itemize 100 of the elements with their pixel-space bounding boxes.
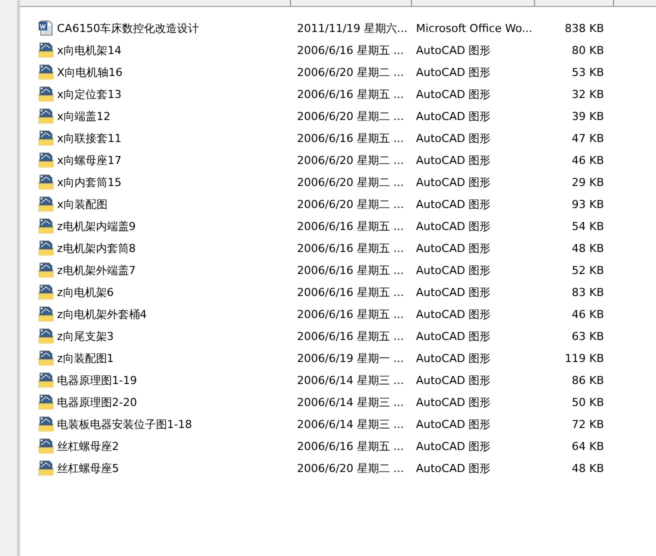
file-size: 32 KB (570, 88, 605, 100)
folder-drawing-icon (38, 86, 54, 102)
file-size: 29 KB (570, 176, 605, 188)
file-type: AutoCAD 图形 (415, 86, 492, 102)
file-name[interactable]: CA6150车床数控化改造设计 (57, 20, 200, 36)
file-size: 838 KB (564, 22, 605, 34)
modified-date: 2006/6/16 星期五 ... (296, 130, 405, 146)
folder-drawing-icon (38, 108, 54, 124)
folder-drawing-icon (38, 438, 54, 454)
file-name[interactable]: 丝杠螺母座5 (57, 460, 119, 476)
file-name[interactable]: z电机架内套筒8 (57, 240, 136, 256)
folder-drawing-icon (38, 218, 54, 234)
modified-date: 2006/6/16 星期五 ... (296, 42, 405, 58)
file-type: AutoCAD 图形 (415, 416, 492, 432)
folder-drawing-icon (38, 64, 54, 80)
file-name[interactable]: z向尾支架3 (57, 328, 114, 344)
folder-drawing-icon (38, 174, 54, 190)
file-size: 50 KB (570, 396, 605, 408)
folder-drawing-icon (38, 328, 54, 344)
modified-date: 2006/6/20 星期二 ... (296, 196, 405, 212)
modified-date: 2006/6/16 星期五 ... (296, 306, 405, 322)
file-type: AutoCAD 图形 (415, 438, 492, 454)
folder-drawing-icon (38, 394, 54, 410)
file-type: AutoCAD 图形 (415, 284, 492, 300)
file-size: 53 KB (570, 66, 605, 78)
modified-date: 2006/6/14 星期三 ... (296, 372, 405, 388)
file-size: 86 KB (570, 374, 605, 386)
file-type: AutoCAD 图形 (415, 42, 492, 58)
modified-date: 2006/6/19 星期一 ... (296, 350, 405, 366)
file-size: 64 KB (570, 440, 605, 452)
modified-date: 2011/11/19 星期六... (296, 20, 408, 36)
file-type: AutoCAD 图形 (415, 350, 492, 366)
file-type: AutoCAD 图形 (415, 64, 492, 80)
file-name[interactable]: z电机架外端盖7 (57, 262, 136, 278)
folder-drawing-icon (38, 460, 54, 476)
modified-date: 2006/6/20 星期二 ... (296, 460, 405, 476)
file-type: AutoCAD 图形 (415, 460, 492, 476)
modified-date: 2006/6/16 星期五 ... (296, 218, 405, 234)
file-size: 48 KB (570, 242, 605, 254)
file-size: 83 KB (570, 286, 605, 298)
file-type: AutoCAD 图形 (415, 240, 492, 256)
file-type: AutoCAD 图形 (415, 130, 492, 146)
file-type: AutoCAD 图形 (415, 394, 492, 410)
file-name[interactable]: x向端盖12 (57, 108, 111, 124)
modified-date: 2006/6/16 星期五 ... (296, 240, 405, 256)
folder-drawing-icon (38, 284, 54, 300)
file-name[interactable]: 电器原理图2-20 (57, 394, 137, 410)
file-size: 93 KB (570, 198, 605, 210)
file-size: 46 KB (570, 308, 605, 320)
file-type: AutoCAD 图形 (415, 372, 492, 388)
file-type: AutoCAD 图形 (415, 174, 492, 190)
modified-date: 2006/6/16 星期五 ... (296, 438, 405, 454)
file-size: 47 KB (570, 132, 605, 144)
file-size: 54 KB (570, 220, 605, 232)
file-type: AutoCAD 图形 (415, 196, 492, 212)
modified-date: 2006/6/20 星期二 ... (296, 108, 405, 124)
modified-date: 2006/6/14 星期三 ... (296, 394, 405, 410)
modified-date: 2006/6/14 星期三 ... (296, 416, 405, 432)
file-size: 80 KB (570, 44, 605, 56)
file-name[interactable]: x向联接套11 (57, 130, 122, 146)
file-size: 48 KB (570, 462, 605, 474)
file-name[interactable]: z向电机架外套桶4 (57, 306, 147, 322)
modified-date: 2006/6/16 星期五 ... (296, 262, 405, 278)
file-size: 39 KB (570, 110, 605, 122)
file-type: AutoCAD 图形 (415, 262, 492, 278)
file-name[interactable]: z向装配图1 (57, 350, 114, 366)
modified-date: 2006/6/16 星期五 ... (296, 284, 405, 300)
folder-drawing-icon (38, 306, 54, 322)
folder-drawing-icon (38, 372, 54, 388)
file-size: 52 KB (570, 264, 605, 276)
file-type: AutoCAD 图形 (415, 306, 492, 322)
folder-drawing-icon (38, 196, 54, 212)
file-type: Microsoft Office Wo... (415, 22, 532, 34)
modified-date: 2006/6/16 星期五 ... (296, 328, 405, 344)
file-size: 72 KB (570, 418, 605, 430)
file-name[interactable]: x向装配图 (57, 196, 108, 212)
file-name[interactable]: X向电机轴16 (57, 64, 123, 80)
file-size: 119 KB (564, 352, 605, 364)
file-size: 63 KB (570, 330, 605, 342)
file-name[interactable]: x向内套筒15 (57, 174, 122, 190)
file-name[interactable]: z向电机架6 (57, 284, 114, 300)
file-size: 46 KB (570, 154, 605, 166)
folder-drawing-icon (38, 42, 54, 58)
folder-drawing-icon (38, 240, 54, 256)
file-name[interactable]: 电装板电器安装位子图1-18 (57, 416, 192, 432)
file-name[interactable]: 丝杠螺母座2 (57, 438, 119, 454)
file-type: AutoCAD 图形 (415, 328, 492, 344)
folder-drawing-icon (38, 262, 54, 278)
file-name[interactable]: x向定位套13 (57, 86, 122, 102)
file-type: AutoCAD 图形 (415, 108, 492, 124)
modified-date: 2006/6/20 星期二 ... (296, 64, 405, 80)
folder-drawing-icon (38, 152, 54, 168)
file-name[interactable]: x向螺母座17 (57, 152, 122, 168)
folder-drawing-icon (38, 416, 54, 432)
file-name[interactable]: 电器原理图1-19 (57, 372, 137, 388)
modified-date: 2006/6/20 星期二 ... (296, 152, 405, 168)
document-icon (38, 20, 54, 36)
file-name[interactable]: z电机架内端盖9 (57, 218, 136, 234)
file-name[interactable]: x向电机架14 (57, 42, 122, 58)
file-type: AutoCAD 图形 (415, 218, 492, 234)
